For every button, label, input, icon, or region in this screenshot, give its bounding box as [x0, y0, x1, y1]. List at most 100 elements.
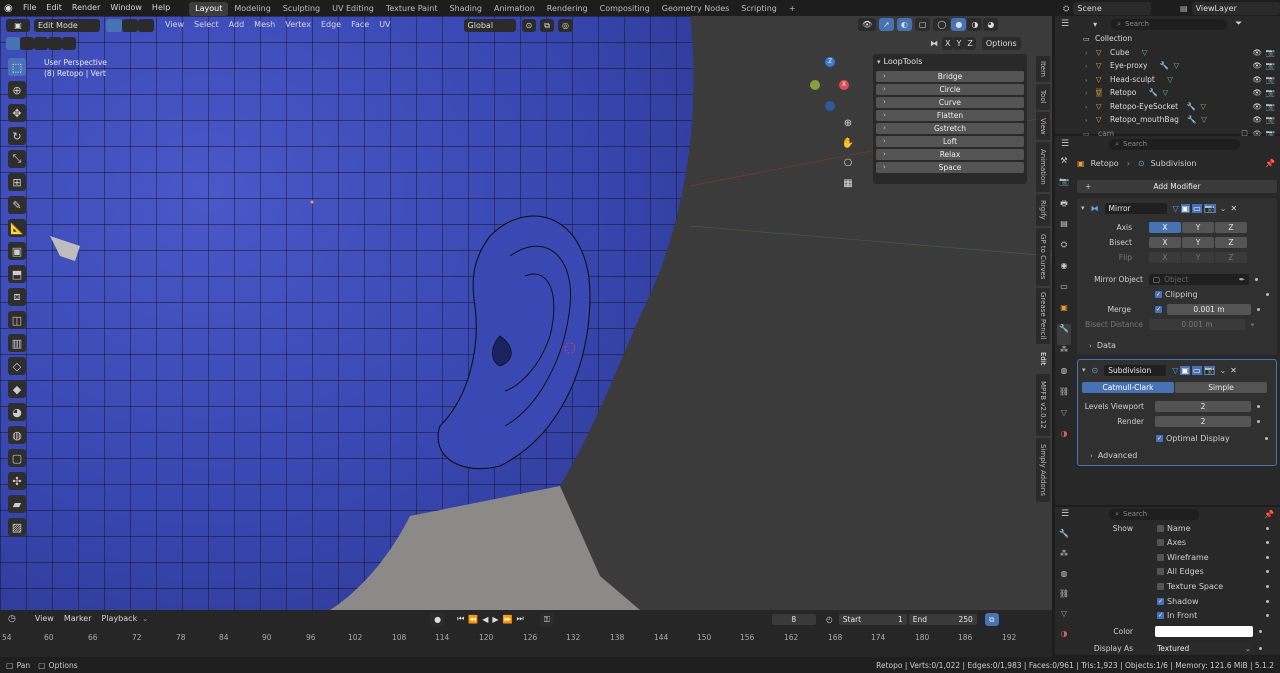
sidetab-view[interactable]: View	[1036, 112, 1050, 140]
camera-icon[interactable]: ⎔	[841, 158, 855, 174]
select-subtract-icon[interactable]	[34, 37, 48, 50]
xray-icon[interactable]: ▢	[914, 18, 931, 31]
timeline-options-icon[interactable]: ⧉	[984, 612, 999, 626]
jump-keyframe-back-icon[interactable]: ⏪	[468, 615, 478, 624]
pivot-icon[interactable]: ⊙	[521, 18, 537, 32]
overlay-toggle-icon[interactable]: ◐	[896, 18, 912, 31]
material-tab-icon[interactable]: ◑	[1057, 629, 1071, 649]
levels-viewport-field[interactable]: 2	[1155, 401, 1251, 412]
navigation-gizmo[interactable]: Z X	[808, 56, 856, 112]
expand-arrow-icon[interactable]: ›	[1085, 117, 1087, 124]
show-wireframe-checkbox[interactable]	[1157, 553, 1164, 561]
sidetab-grease-pencil[interactable]: Grease Pencil	[1036, 288, 1050, 344]
simple-toggle[interactable]: Simple	[1175, 382, 1267, 393]
rotate-tool-icon[interactable]: ↻	[8, 127, 26, 145]
looptools-curve-button[interactable]: › Curve	[876, 97, 1024, 108]
object-tab-icon[interactable]: ▣	[1057, 303, 1071, 324]
visibility-eye-icon[interactable]: 👁	[1252, 73, 1262, 87]
timeline-menu-marker[interactable]: Marker	[59, 611, 97, 627]
material-shading-icon[interactable]: ◑	[967, 18, 983, 31]
jump-end-icon[interactable]: ⏭	[517, 614, 524, 624]
render-camera-icon[interactable]: 📷	[1266, 46, 1275, 60]
remove-modifier-icon[interactable]: ✕	[1230, 204, 1237, 213]
viewport-toggle-icon[interactable]: ▭	[1191, 365, 1202, 375]
add-workspace-button[interactable]: +	[783, 2, 802, 16]
data-tab-icon[interactable]: ▽	[1057, 609, 1071, 629]
zoom-icon[interactable]: ⊕	[841, 118, 855, 134]
physics-tab-icon[interactable]: ◍	[1057, 569, 1071, 589]
render-camera-icon[interactable]: 📷	[1266, 113, 1275, 127]
axis-z-toggle[interactable]: Z	[1215, 222, 1247, 233]
gizmo-toggle-icon[interactable]: ➚	[879, 18, 894, 31]
menu-file[interactable]: File	[18, 0, 41, 16]
pin-icon[interactable]: 📌	[1264, 510, 1274, 519]
collection-tab-icon[interactable]: ▭	[1057, 282, 1071, 303]
vp-menu-edge[interactable]: Edge	[316, 17, 346, 33]
move-tool-icon[interactable]: ✥	[8, 104, 26, 122]
looptools-loft-button[interactable]: › Loft	[876, 136, 1024, 147]
looptools-bridge-button[interactable]: › Bridge	[876, 71, 1024, 82]
measure-tool-icon[interactable]: 📐	[8, 219, 26, 237]
spin-tool-icon[interactable]: ◕	[8, 403, 26, 421]
keyframe-dot-icon[interactable]	[1259, 646, 1262, 650]
keyframe-dot-icon[interactable]	[1266, 570, 1269, 574]
scene-selector[interactable]: ⛭ Scene	[1063, 2, 1152, 15]
advanced-subpanel-header[interactable]: › Advanced	[1078, 449, 1276, 462]
tab-animation[interactable]: Animation	[488, 2, 541, 16]
vp-menu-uv[interactable]: UV	[374, 17, 395, 33]
outliner-item-retopo[interactable]: › ▽ Retopo 🔧 ▽ 👁 📷	[1055, 86, 1280, 100]
loop-cut-tool-icon[interactable]: ▥	[8, 334, 26, 352]
menu-window[interactable]: Window	[105, 0, 147, 16]
constraints-tab-icon[interactable]: ⛓	[1057, 387, 1071, 408]
play-icon[interactable]: ▶	[492, 615, 498, 624]
scale-tool-icon[interactable]: ⤡	[8, 150, 26, 168]
sidetab-simply-addons[interactable]: Simply Addons	[1036, 438, 1050, 502]
edit-mode-toggle-icon[interactable]: ▽	[1172, 366, 1178, 375]
select-box-tool-icon[interactable]: ⬚	[8, 58, 26, 76]
tab-texture-paint[interactable]: Texture Paint	[380, 2, 444, 16]
keyframe-dot-icon[interactable]	[1266, 540, 1269, 544]
tab-scripting[interactable]: Scripting	[735, 2, 783, 16]
orientation-dropdown[interactable]: Global	[463, 18, 516, 32]
show-texture-space-row[interactable]: Texture Space	[1077, 579, 1277, 594]
scene-tab-icon[interactable]: ⛭	[1057, 240, 1071, 261]
pin-icon[interactable]: 📌	[1265, 159, 1275, 168]
flip-x-toggle[interactable]: X	[1149, 252, 1181, 263]
show-shadow-checkbox[interactable]: ✓	[1157, 597, 1164, 605]
tab-layout[interactable]: Layout	[189, 1, 229, 16]
merge-value-field[interactable]: 0.001 m	[1167, 304, 1251, 315]
sidetab-gp-to-curves[interactable]: GP to Curves	[1036, 228, 1050, 286]
show-axes-row[interactable]: Axes	[1077, 535, 1277, 550]
sidetab-rigify[interactable]: Rigify	[1036, 194, 1050, 226]
edge-slide-tool-icon[interactable]: ▢	[8, 449, 26, 467]
inset-tool-icon[interactable]: ⧈	[8, 288, 26, 306]
poly-build-tool-icon[interactable]: ◆	[8, 380, 26, 398]
visibility-eye-icon[interactable]: 👁	[1252, 100, 1262, 114]
show-all-edges-row[interactable]: All Edges	[1077, 564, 1277, 579]
render-camera-icon[interactable]: 📷	[1266, 59, 1275, 73]
visibility-eye-icon[interactable]: 👁	[1252, 59, 1262, 73]
select-new-icon[interactable]	[6, 37, 20, 50]
gizmo-x-axis[interactable]: X	[839, 80, 849, 90]
show-in-front-row[interactable]: ✓ In Front	[1077, 608, 1277, 623]
outliner-editor-icon[interactable]: ☰	[1061, 19, 1069, 29]
show-name-checkbox[interactable]	[1157, 524, 1164, 532]
extrude-tool-icon[interactable]: ⬒	[8, 265, 26, 283]
vp-menu-mesh[interactable]: Mesh	[249, 17, 280, 33]
add-cube-tool-icon[interactable]: ▣	[8, 242, 26, 260]
render-camera-icon[interactable]: 📷	[1266, 100, 1275, 114]
edge-select-icon[interactable]	[122, 18, 138, 32]
outliner-item-cube[interactable]: › ▽ Cube ▽ 👁 📷	[1055, 46, 1280, 60]
axis-y-toggle[interactable]: Y	[1182, 222, 1214, 233]
axis-x-toggle[interactable]: X	[1149, 222, 1181, 233]
keyframe-dot-icon[interactable]	[1251, 323, 1254, 326]
keyframe-dot-icon[interactable]	[1266, 584, 1269, 588]
color-swatch[interactable]	[1155, 625, 1253, 637]
shear-tool-icon[interactable]: ▰	[8, 495, 26, 513]
face-select-icon[interactable]	[138, 18, 154, 32]
wireframe-shading-icon[interactable]: ◯	[933, 18, 951, 31]
flip-z-toggle[interactable]: Z	[1215, 252, 1247, 263]
add-modifier-button[interactable]: + Add Modifier	[1077, 180, 1277, 193]
mirror-header[interactable]: ▾ ⧓ Mirror ▽ ▣ ▭ 📷 ⌄ ✕	[1077, 201, 1277, 215]
expand-arrow-icon[interactable]: ›	[1085, 90, 1087, 97]
